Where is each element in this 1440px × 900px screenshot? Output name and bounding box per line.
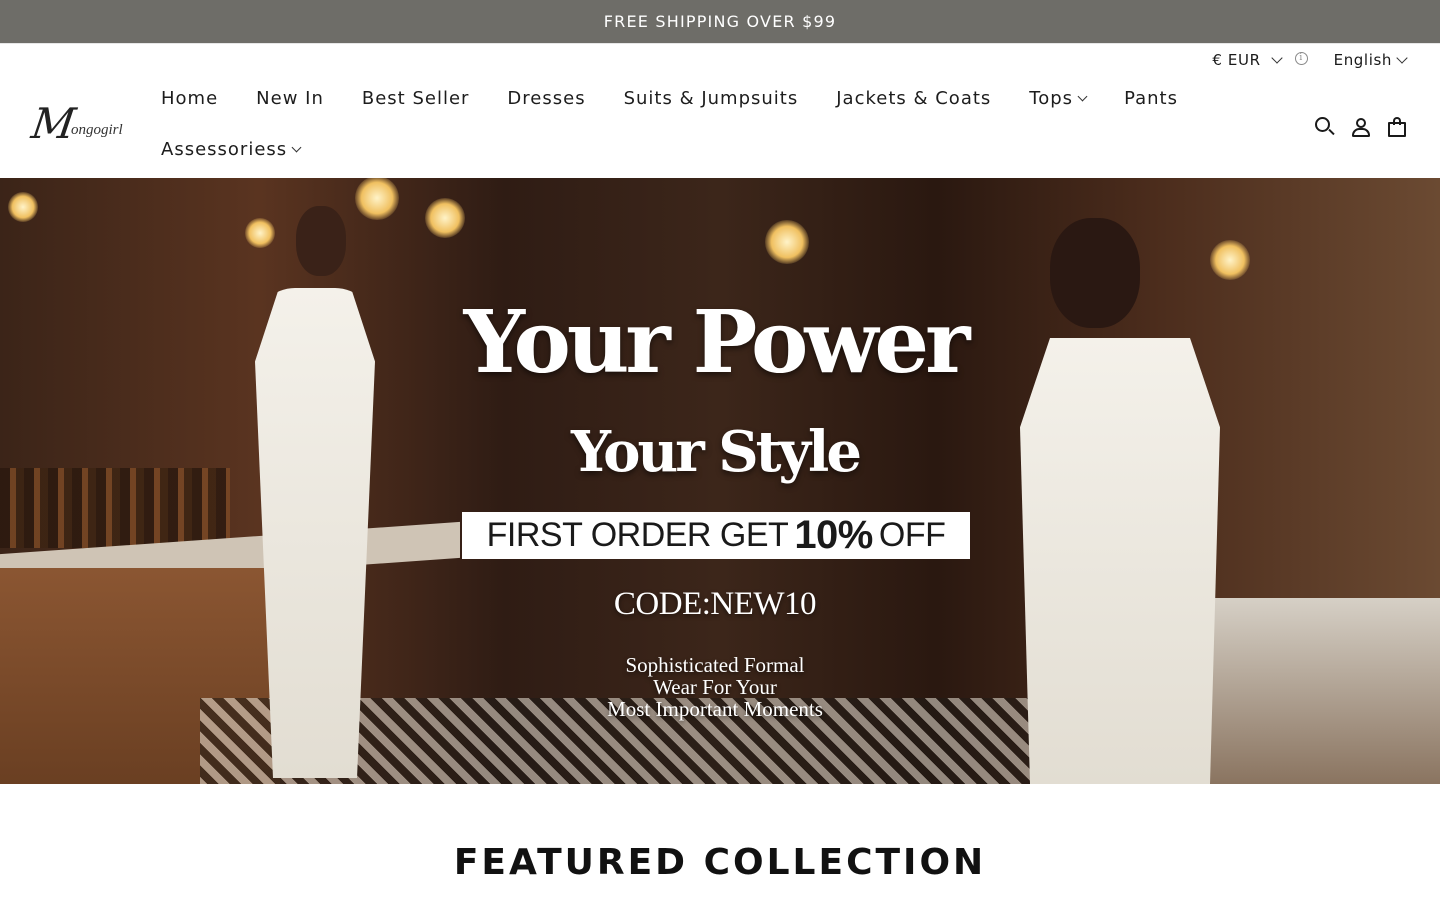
currency-selector[interactable]: € EUR i [1212, 51, 1308, 69]
featured-collection-heading: FEATURED COLLECTION [453, 842, 987, 883]
nav-item-label: Assessoriess [161, 139, 288, 160]
announcement-bar: FREE SHIPPING OVER $99 [0, 0, 1440, 43]
hero-subheadline: Your Style [571, 419, 862, 485]
nav-item-label: Home [161, 88, 219, 109]
chevron-down-icon [1270, 52, 1283, 64]
offer-badge: FIRST ORDER GET 10% OFF [462, 512, 970, 559]
nav-item-suits-jumpsuits[interactable]: Suits & Jumpsuits [624, 88, 799, 110]
model-left-white-dress [255, 288, 375, 778]
hero-tagline: Sophisticated Formal Wear For Your Most … [400, 654, 1030, 720]
logo-wordmark: ongogirl [71, 121, 123, 138]
model-left-head [296, 206, 346, 276]
nav-item-pants[interactable]: Pants [1124, 88, 1178, 110]
chevron-down-icon [1077, 91, 1088, 102]
site-header: € EUR i English M ongogirl Home New In Bes… [0, 43, 1440, 178]
utility-bar: € EUR i English [1212, 51, 1410, 69]
tagline-line: Most Important Moments [607, 697, 823, 721]
bar-shelf-decoration [0, 468, 230, 548]
tagline-line: Sophisticated Formal [625, 653, 805, 677]
nav-item-label: Best Seller [361, 88, 470, 109]
nav-item-label: Suits & Jumpsuits [623, 88, 799, 109]
announcement-text: FREE SHIPPING OVER $99 [603, 12, 837, 31]
lamp-light [8, 192, 38, 222]
chevron-down-icon [1396, 52, 1408, 64]
nav-item-assessoriess[interactable]: Assessoriess [161, 139, 302, 161]
nav-item-dresses[interactable]: Dresses [507, 88, 585, 110]
language-selector[interactable]: English [1334, 51, 1410, 69]
lamp-light [1210, 240, 1250, 280]
logo-initial: M [28, 99, 79, 148]
hero-headline: Your Power [463, 292, 971, 393]
lamp-light [355, 178, 399, 220]
tagline-line: Wear For Your [653, 675, 777, 699]
lamp-light [245, 218, 275, 248]
nav-item-tops[interactable]: Tops [1029, 88, 1088, 110]
nav-item-label: Dresses [507, 88, 586, 109]
nav-item-label: Tops [1029, 88, 1074, 109]
lamp-light [765, 220, 809, 264]
nav-item-label: New In [256, 88, 324, 109]
offer-suffix: OFF [878, 516, 946, 554]
nav-item-label: Jackets & Coats [836, 88, 992, 109]
model-right-head [1050, 218, 1140, 328]
search-icon[interactable] [1314, 116, 1336, 138]
currency-label: € EUR [1212, 51, 1261, 69]
brand-logo[interactable]: M ongogirl [28, 99, 132, 148]
cart-icon[interactable] [1386, 116, 1408, 138]
promo-code: CODE:NEW10 [613, 586, 817, 622]
model-right-white-suit [1020, 338, 1220, 784]
hero-banner[interactable]: Your Power Your Style FIRST ORDER GET 10… [0, 178, 1440, 784]
language-label: English [1333, 51, 1392, 69]
account-icon[interactable] [1350, 116, 1372, 138]
main-navigation: Home New In Best Seller Dresses Suits & Jump… [161, 88, 1221, 161]
lamp-light [425, 198, 465, 238]
nav-item-label: Pants [1124, 88, 1178, 109]
info-icon[interactable]: i [1294, 51, 1308, 65]
chevron-down-icon [291, 142, 302, 153]
nav-item-jackets-coats[interactable]: Jackets & Coats [836, 88, 991, 110]
header-icons [1314, 116, 1408, 138]
nav-item-best-seller[interactable]: Best Seller [362, 88, 470, 110]
offer-value: 10% [794, 513, 873, 557]
nav-item-home[interactable]: Home [161, 88, 218, 110]
offer-prefix: FIRST ORDER GET [486, 516, 789, 554]
nav-item-new-in[interactable]: New In [256, 88, 324, 110]
